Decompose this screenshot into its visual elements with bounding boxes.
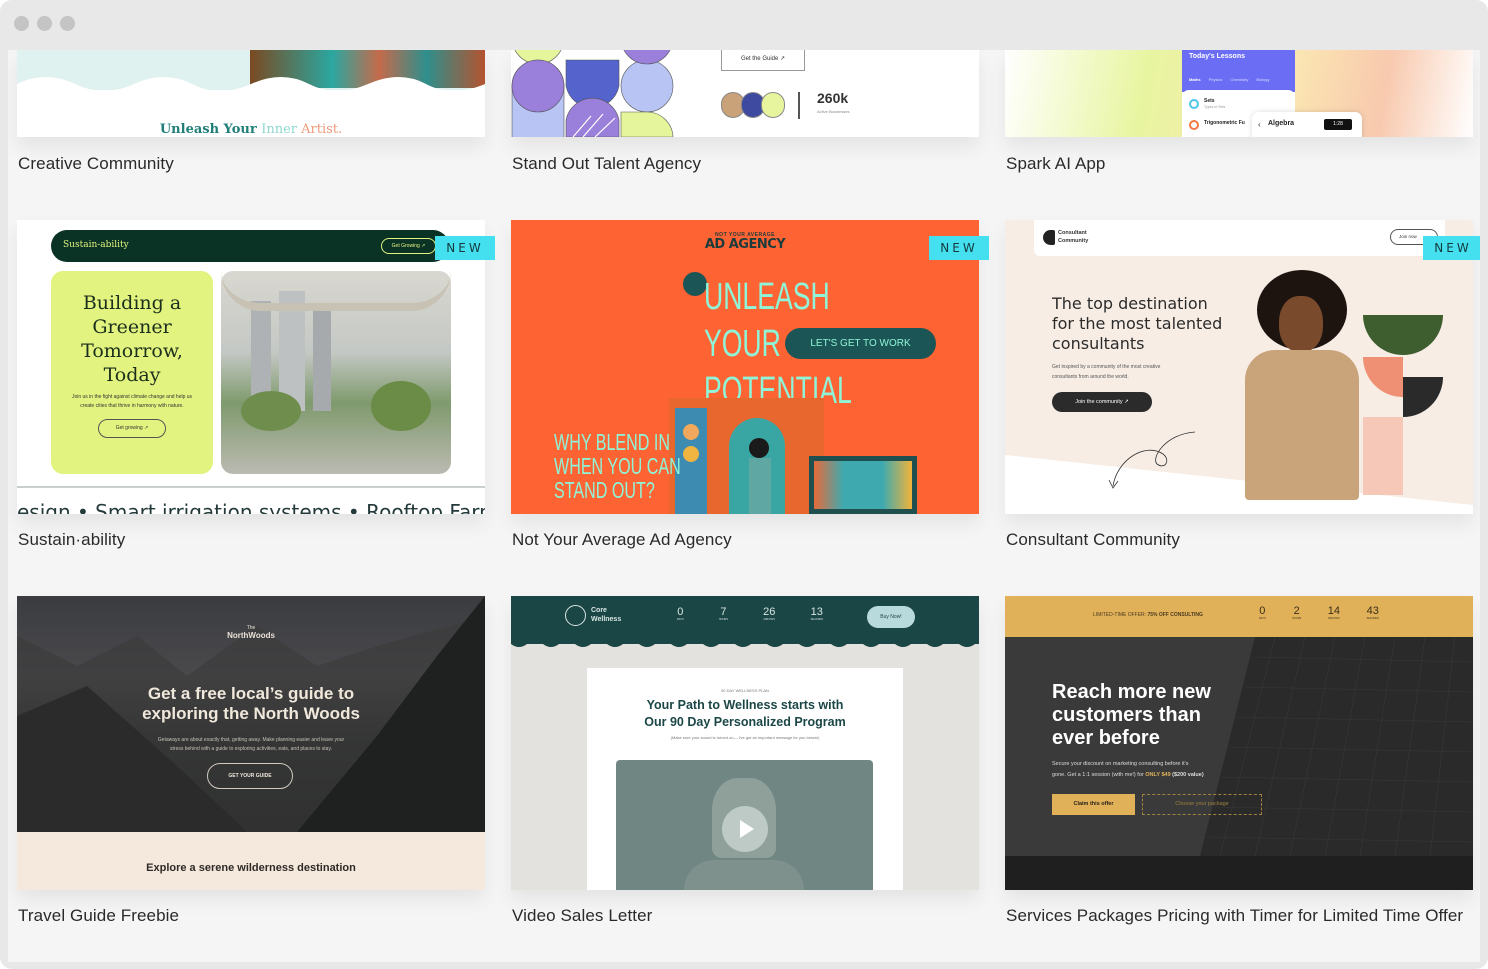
template-title[interactable]: Creative Community (18, 150, 174, 178)
template-title[interactable]: Spark AI App (1006, 150, 1106, 178)
travel-headline: Get a free local’s guide to exploring th… (142, 684, 360, 723)
algebra-popup: ‹ Algebra 1:28 (1252, 112, 1362, 137)
get-guide-button: Get the Guide ↗ (721, 50, 805, 71)
template-title[interactable]: Services Packages Pricing with Timer for… (1006, 902, 1474, 930)
agency-subheadline: WHY BLEND IN WHEN YOU CAN STAND OUT? (554, 429, 681, 503)
template-title[interactable]: Travel Guide Freebie (18, 902, 179, 930)
window-maximize-button[interactable] (60, 16, 75, 31)
template-thumbnail[interactable]: NOT YOUR AVERAGE AD AGENCY UNLEASH YOUR … (511, 220, 979, 514)
agency-logo: NOT YOUR AVERAGE AD AGENCY (704, 232, 786, 252)
consultant-photo (1237, 270, 1377, 514)
preview-navbar: Consultant Community Join now (1034, 220, 1445, 256)
template-thumbnail[interactable]: The NorthWoods Get a free local’s guide … (17, 596, 485, 890)
preview-headline: Unleash Your Inner Artist. (159, 122, 343, 137)
wellness-logo-icon (565, 605, 586, 626)
preview-navbar: Core Wellness 0 DAYS 7 HOURS 26 MINUTES 13 S… (511, 596, 979, 644)
template-title[interactable]: Sustain·ability (18, 526, 125, 554)
sales-letter-card: 90 DAY WELLNESS PLAN Your Path to Wellne… (587, 668, 903, 890)
timer: 1:28 (1324, 119, 1352, 130)
title-bar (0, 0, 1488, 50)
browser-window: Unleash Your Inner Artist. Creative Comm… (0, 0, 1488, 969)
avatar (761, 92, 785, 118)
play-button[interactable] (722, 806, 768, 852)
window-minimize-button[interactable] (37, 16, 52, 31)
offer-headline: Reach more new customers than ever befor… (1052, 681, 1211, 749)
join-community-button: Join the community ↗ (1052, 392, 1152, 412)
template-title[interactable]: Stand Out Talent Agency (512, 150, 701, 178)
template-thumbnail[interactable]: Today's Lessons Maths Physics Chemistry … (1005, 50, 1473, 137)
video-player[interactable] (616, 760, 873, 890)
countdown-timer: 0 DAYS 7 HOURS 26 MINUTES 13 SECONDS (677, 606, 823, 621)
wave-divider (17, 77, 485, 100)
claim-offer-button: Claim this offer (1052, 794, 1135, 815)
sets-icon (1189, 99, 1199, 109)
stat-value: 260k (817, 90, 849, 106)
template-title[interactable]: Not Your Average Ad Agency (512, 526, 732, 554)
template-thumbnail[interactable]: Get the Guide ↗ 260k Active Businesses (511, 50, 979, 137)
wave-divider (511, 640, 979, 647)
get-your-guide-button: GET YOUR GUIDE (207, 763, 293, 789)
template-title[interactable]: Video Sales Letter (512, 902, 652, 930)
subject-tabs: Maths Physics Chemistry Biology (1189, 77, 1270, 82)
hero-card: Building a Greener Tomorrow, Today Join … (51, 271, 213, 474)
template-thumbnail[interactable]: LIMITED-TIME OFFER: 75% OFF CONSULTING 0… (1005, 596, 1473, 890)
collage-image-small (809, 456, 917, 514)
travel-footer-text: Explore a serene wilderness destination (146, 862, 356, 874)
city-garden-image (221, 271, 451, 474)
ticker: esign • Smart irrigation systems • Rooft… (17, 500, 485, 514)
template-thumbnail[interactable]: Unleash Your Inner Artist. (17, 50, 485, 137)
template-thumbnail[interactable]: Sustain-ability Get Growing ↗ Building a… (17, 220, 485, 514)
offer-banner: LIMITED-TIME OFFER: 75% OFF CONSULTING 0… (1005, 596, 1473, 637)
offer-hero: Reach more new customers than ever befor… (1005, 637, 1473, 856)
template-title[interactable]: Consultant Community (1006, 526, 1180, 554)
northwoods-logo: The NorthWoods (227, 625, 275, 640)
avatar-group (721, 92, 791, 118)
new-badge: NEW (929, 236, 989, 260)
consultant-logo-icon (1043, 230, 1055, 245)
new-badge: NEW (435, 236, 495, 260)
preview-navbar: Sustain-ability Get Growing ↗ (51, 230, 449, 262)
collage-image (669, 398, 824, 514)
mountain-hero: The NorthWoods Get a free local’s guide … (17, 596, 485, 832)
buy-now-button: Buy Now! (867, 606, 915, 628)
choose-package-button: Choose your package (1142, 794, 1262, 815)
consultant-headline: The top destination for the most talente… (1052, 294, 1223, 353)
geometric-shapes (511, 50, 681, 137)
trig-icon (1189, 120, 1199, 130)
new-badge: NEW (1423, 236, 1480, 260)
play-icon (740, 820, 754, 838)
countdown-timer: 0 DAYS 2 HOURS 14 MINUTES 43 SECONDS (1259, 605, 1379, 620)
stat-label: Active Businesses (817, 109, 850, 114)
window-close-button[interactable] (14, 16, 29, 31)
lets-get-to-work-button: LET'S GET TO WORK (785, 328, 936, 359)
template-thumbnail[interactable]: Core Wellness 0 DAYS 7 HOURS 26 MINUTES 13 S… (511, 596, 979, 890)
template-thumbnail[interactable]: Consultant Community Join now The top de… (1005, 220, 1473, 514)
template-gallery: Unleash Your Inner Artist. Creative Comm… (8, 50, 1480, 962)
